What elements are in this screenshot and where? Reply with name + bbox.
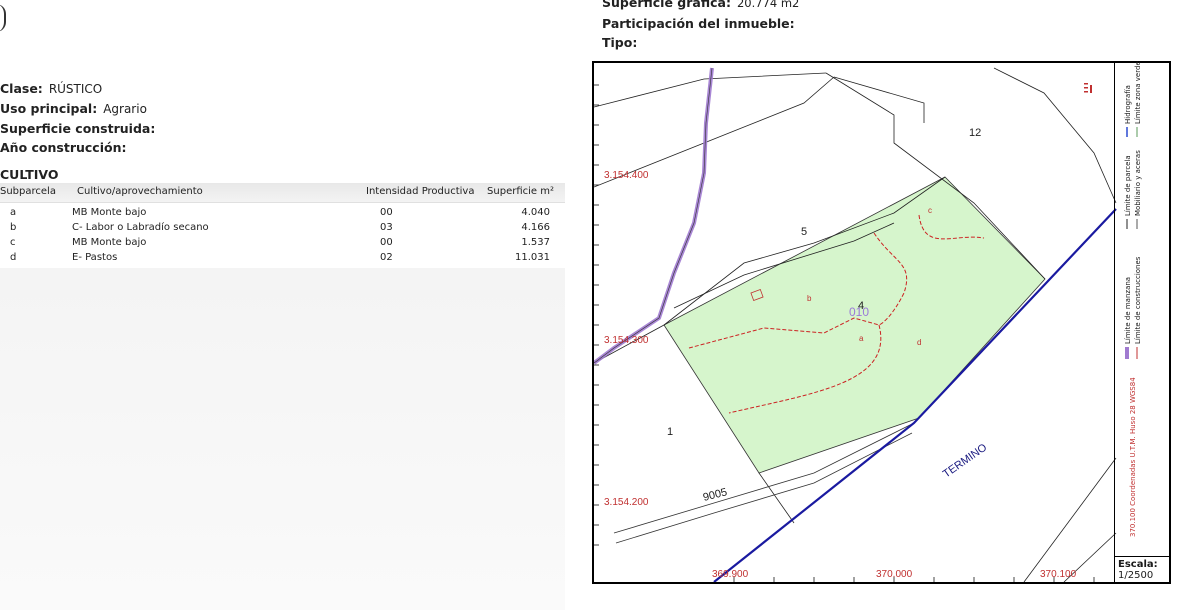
cell-sub: a <box>10 207 17 218</box>
superficie-grafica-field: Superficie gráfica: 20.774 m2 <box>602 0 799 10</box>
cell-cultivo: MB Monte bajo <box>72 237 147 248</box>
scale-label: Escala: <box>1118 559 1158 570</box>
legend-manzana: Límite de manzana <box>1124 276 1132 344</box>
subparcel-letter: c <box>928 206 932 215</box>
map-legend: Límite de manzana Límite de parcela Hidr… <box>1114 61 1171 556</box>
legend-hidrografia: Hidrografía <box>1124 85 1132 124</box>
superficie-construida-field: Superficie construida: <box>0 121 155 136</box>
cell-intensidad: 00 <box>380 207 393 218</box>
legend-zona-verde: Límite zona verde <box>1134 61 1142 124</box>
clase-label: Clase: <box>0 81 43 96</box>
legend-mobiliario: Mobiliario y aceras <box>1134 150 1142 216</box>
logo-fragment <box>0 4 6 32</box>
y-coord-label: 3.154.400 <box>604 170 649 181</box>
cell-cultivo: E- Pastos <box>72 252 118 263</box>
scale-value: 1/2500 <box>1118 570 1154 581</box>
col-header-superficie: Superficie m² <box>487 186 554 197</box>
clase-value: RÚSTICO <box>48 82 103 96</box>
col-header-intensidad: Intensidad Productiva <box>366 186 475 197</box>
map-canvas: 3.154.400 3.154.300 3.154.200 369.900 37… <box>594 67 1117 582</box>
participacion-field: Participación del inmueble: <box>602 16 795 31</box>
cell-sub: b <box>10 222 17 233</box>
tipo-field: Tipo: <box>602 35 637 50</box>
parcel-code: 010 <box>849 305 869 319</box>
table-row: b C- Labor o Labradío secano 03 4.166 <box>0 222 565 237</box>
anio-construccion-field: Año construcción: <box>0 140 126 155</box>
cell-superficie: 4.166 <box>521 222 550 233</box>
parcel-number: 12 <box>969 127 981 139</box>
legend-construcciones: Límite de construcciones <box>1134 256 1142 344</box>
scale-box: Escala: 1/2500 <box>1114 556 1171 584</box>
legend-coords-note: 370.100 Coordenadas U.T.M. Huso 28 WGS84 <box>1129 377 1137 537</box>
cell-superficie: 4.040 <box>521 207 550 218</box>
termino-label: TERMINO <box>941 441 990 480</box>
superficie-grafica-label: Superficie gráfica: <box>602 0 731 10</box>
cell-intensidad: 00 <box>380 237 393 248</box>
cell-cultivo: MB Monte bajo <box>72 207 147 218</box>
col-header-cultivo: Cultivo/aprovechamiento <box>77 186 203 197</box>
subparcel-letter: a <box>859 334 864 343</box>
cell-sub: c <box>10 237 16 248</box>
parcel-number: 5 <box>801 226 807 238</box>
subparcel-letter: d <box>917 338 921 347</box>
anio-construccion-label: Año construcción: <box>0 140 127 155</box>
y-coord-label: 3.154.200 <box>604 497 649 508</box>
table-row: a MB Monte bajo 00 4.040 <box>0 207 565 222</box>
superficie-construida-label: Superficie construida: <box>0 121 156 136</box>
cell-superficie: 11.031 <box>515 252 550 263</box>
clase-field: Clase: RÚSTICO <box>0 81 102 96</box>
uso-label: Uso principal: <box>0 101 98 116</box>
cadastral-map: 3.154.400 3.154.300 3.154.200 369.900 37… <box>592 61 1171 584</box>
parcel-4-area <box>663 176 1046 474</box>
cell-sub: d <box>10 252 17 263</box>
cell-cultivo: C- Labor o Labradío secano <box>72 222 209 233</box>
legend-parcela: Límite de parcela <box>1124 155 1132 216</box>
col-header-subparcela: Subparcela <box>0 186 56 197</box>
property-info-panel: Clase: RÚSTICO Uso principal: Agrario Supe… <box>0 0 565 610</box>
table-header: Subparcela Cultivo/aprovechamiento Inten… <box>0 183 565 203</box>
uso-value: Agrario <box>103 102 147 116</box>
y-coord-label: 3.154.300 <box>604 335 649 346</box>
blank-panel <box>0 268 565 610</box>
x-coord-label: 370.000 <box>876 569 913 580</box>
superficie-grafica-value: 20.774 m2 <box>736 0 800 10</box>
x-coord-label: 369.900 <box>712 569 749 580</box>
subparcel-letter: b <box>807 294 812 303</box>
cell-intensidad: 03 <box>380 222 393 233</box>
table-row: c MB Monte bajo 00 1.537 <box>0 237 565 252</box>
x-coord-label: 370.100 <box>1040 569 1077 580</box>
section-title: CULTIVO <box>0 167 59 182</box>
cell-superficie: 1.537 <box>521 237 550 248</box>
tipo-label: Tipo: <box>602 35 638 50</box>
north-arrow-icon <box>1084 83 1092 93</box>
table-row: d E- Pastos 02 11.031 <box>0 252 565 267</box>
left-ticks <box>594 84 599 546</box>
road-label: 9005 <box>702 486 729 504</box>
cell-intensidad: 02 <box>380 252 393 263</box>
uso-field: Uso principal: Agrario <box>0 101 147 116</box>
participacion-label: Participación del inmueble: <box>602 16 795 31</box>
parcel-number: 1 <box>667 426 673 438</box>
